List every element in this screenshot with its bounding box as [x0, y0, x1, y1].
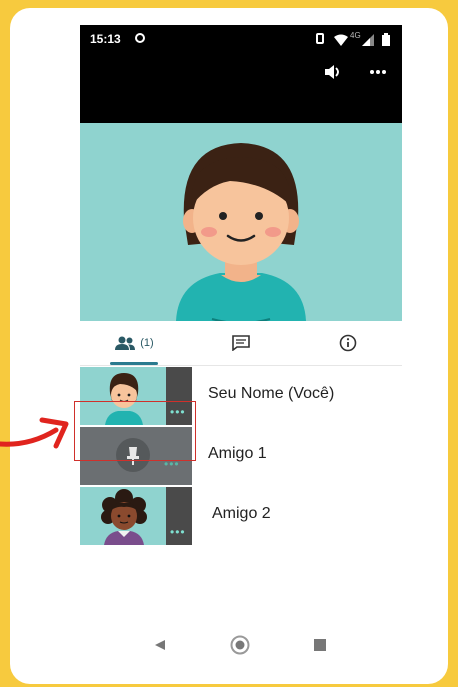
home-circle-icon[interactable]	[230, 635, 250, 655]
more-dots-icon: •••	[170, 525, 186, 539]
tab-participants[interactable]: (1)	[98, 321, 170, 365]
participant-video	[80, 487, 166, 545]
participants-count: (1)	[140, 337, 154, 349]
tab-bar: (1)	[80, 321, 402, 366]
red-arrow-annotation	[0, 417, 69, 449]
speaker-icon[interactable]	[324, 64, 342, 80]
more-horizontal-icon[interactable]	[370, 70, 386, 74]
signal-4g-icon	[362, 34, 374, 46]
selected-tab-indicator	[110, 362, 158, 365]
curly-hair-avatar	[101, 489, 147, 545]
tab-info[interactable]	[312, 321, 384, 365]
people-icon	[115, 336, 136, 350]
participant-name: Seu Nome (Você)	[208, 385, 335, 402]
battery-icon	[382, 33, 390, 46]
info-icon	[339, 334, 357, 352]
call-top-bar	[80, 55, 402, 123]
network-type-label: 4G	[350, 31, 361, 40]
status-time: 15:13	[90, 32, 121, 46]
android-nav-bar	[80, 625, 402, 665]
wifi-icon	[334, 34, 348, 46]
notification-icon	[135, 33, 145, 43]
main-video	[80, 123, 402, 321]
vibrate-icon	[316, 33, 324, 44]
back-triangle-icon[interactable]	[154, 639, 166, 651]
tab-chat[interactable]	[205, 321, 277, 365]
highlight-box	[74, 401, 196, 461]
participant-options[interactable]: •••	[166, 487, 192, 545]
girl-avatar-large	[176, 143, 306, 321]
participant-name: Amigo 2	[212, 505, 271, 522]
participant-name: Amigo 1	[208, 445, 267, 462]
status-bar: 15:13 4G	[80, 25, 402, 55]
phone-screen: 15:13 4G (1) ••• Seu Nome (Você) ••• Ami…	[80, 25, 402, 665]
recents-square-icon[interactable]	[314, 639, 326, 651]
participant-row[interactable]: ••• Amigo 2	[80, 487, 402, 545]
chat-icon	[232, 335, 250, 351]
